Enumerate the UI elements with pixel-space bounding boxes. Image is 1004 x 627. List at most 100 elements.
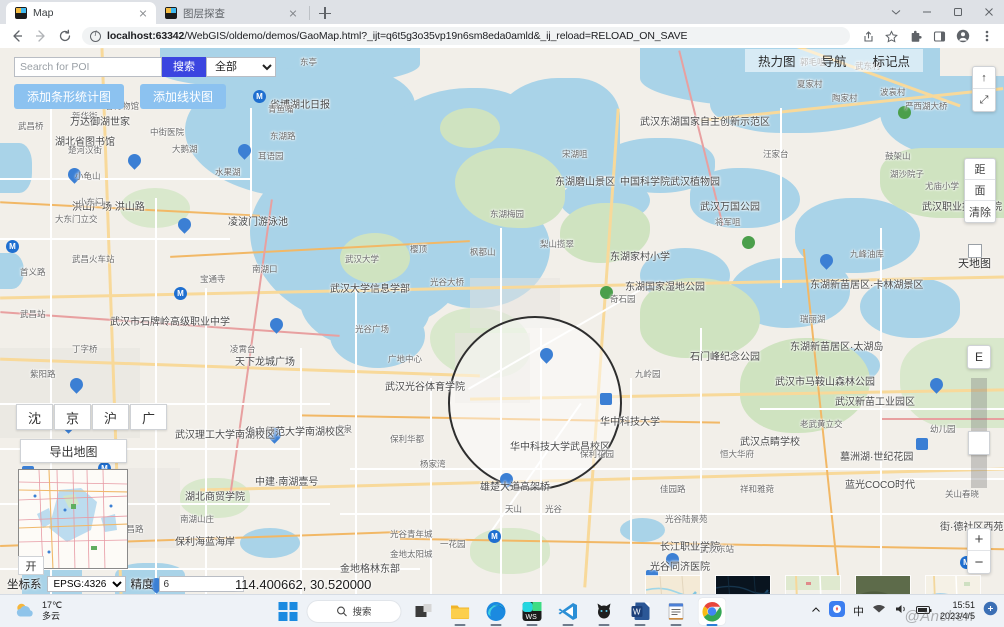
forward-button[interactable] [30,25,52,47]
crs-label: 坐标系 [7,579,42,591]
svg-text:WS: WS [526,614,538,621]
tab-heatmap[interactable]: 热力图 [745,49,809,72]
poi-marker[interactable] [916,438,928,450]
taskbar-app-task-view[interactable] [411,598,438,625]
map-label: 保利花园 [580,449,615,459]
map-viewport[interactable]: M M M M M M [0,48,1004,594]
tab-title: 图层探查 [183,7,225,20]
clock[interactable]: 15:51 2023/4/5 [940,600,975,622]
minimize-icon[interactable] [911,0,942,24]
search-button[interactable]: 搜索 [162,57,206,77]
city-button-shenyang[interactable]: 沈 [16,404,53,430]
zoom-out-button[interactable]: − [968,551,990,573]
clear-measure-button[interactable]: 清除 [965,201,995,222]
maximize-icon[interactable] [942,0,973,24]
taskbar-app-file-explorer[interactable] [447,598,474,626]
reload-button[interactable] [54,25,76,47]
tab-close-icon[interactable] [286,6,300,20]
taskbar-center-group: 搜索 WS W [278,597,726,626]
crs-select[interactable]: EPSG:4326 [46,576,126,592]
zoom-in-button[interactable]: + [968,529,990,551]
tray-app-icon[interactable] [828,600,845,622]
add-line-chart-button[interactable]: 添加线状图 [140,84,227,109]
menu-icon[interactable] [976,25,998,47]
map-label: 武汉市马鞍山森林公园 [775,377,875,388]
map-label: 丁字桥 [72,344,98,354]
url-host: localhost:63342 [107,30,185,42]
new-tab-button[interactable] [313,2,337,24]
taskbar-app-google-chrome[interactable] [698,597,726,626]
notification-center-icon[interactable] [983,601,998,621]
map-label: 光谷广场 [355,324,390,334]
zoom-slider[interactable] [968,378,990,488]
map-label: 南湖口 [252,264,278,274]
metro-marker[interactable]: M [488,530,501,543]
compass-button[interactable]: E [967,345,991,369]
ime-indicator[interactable]: 中 [853,603,864,619]
tab-close-icon[interactable] [136,6,150,20]
taskbar-app-webstorm[interactable]: WS [519,598,546,626]
precision-input[interactable] [158,576,244,592]
address-bar[interactable]: localhost:63342/WebGIS/oldemo/demos/GaoM… [82,27,850,45]
tab-navigation[interactable]: 导航 [808,49,859,72]
star-icon[interactable] [880,25,902,47]
taskbar-app-microsoft-word[interactable]: W [627,598,654,626]
browser-tab-map[interactable]: Map [6,2,156,24]
poi-category-select[interactable]: 全部 [206,57,276,77]
measure-distance-button[interactable]: 距 [965,159,995,180]
site-info-icon[interactable] [90,29,101,42]
city-button-guangzhou[interactable]: 广 [130,404,167,430]
windows-taskbar: 17℃ 多云 搜索 WS W 中 15:51 2023/4/5 [0,594,1004,627]
taskbar-app-notepad[interactable] [663,598,690,626]
taskbar-search[interactable]: 搜索 [306,599,402,623]
map-label: 武汉大学 [345,254,380,264]
url-text: localhost:63342/WebGIS/oldemo/demos/GaoM… [107,30,687,42]
zoom-slider-knob[interactable] [968,431,990,455]
tiandi-map-checkbox[interactable] [967,244,982,258]
tray-expand-icon[interactable] [811,602,821,620]
add-bar-chart-button[interactable]: 添加条形统计图 [14,84,125,109]
tray-volume-icon[interactable] [894,602,908,620]
clock-date: 2023/4/5 [939,611,975,621]
profile-icon[interactable] [952,25,974,47]
tab-marker[interactable]: 标记点 [859,49,923,72]
map-label: 长江职业学院 [660,542,720,553]
taskbar-app-vs-code[interactable] [555,598,582,626]
search-input[interactable] [14,57,162,77]
weather-widget[interactable]: 17℃ 多云 [0,600,62,622]
back-button[interactable] [6,25,28,47]
extensions-icon[interactable] [904,25,926,47]
export-map-button[interactable]: 导出地图 [20,439,127,463]
pan-up-button[interactable]: ↑ [973,67,995,89]
map-label: 大东门立交 [55,214,98,224]
map-label: 将军咀 [715,217,741,227]
overview-toggle-button[interactable]: 开 [18,556,44,575]
taskbar-app-microsoft-edge[interactable] [483,598,510,626]
tray-network-icon[interactable] [872,602,886,620]
taskbar-app-black-cat[interactable] [591,598,618,626]
map-label: 杨家湾 [420,459,446,469]
start-button[interactable] [278,601,298,621]
tray-battery-icon[interactable] [915,602,932,620]
browser-tab-layer-probe[interactable]: 图层探查 [156,2,306,24]
map-label: 楚河汉街 [68,145,103,155]
city-button-shanghai[interactable]: 沪 [92,404,129,430]
metro-marker[interactable]: M [6,240,19,253]
park-marker[interactable] [742,236,755,249]
tiandi-map-toggle[interactable]: 天地图 [958,244,991,270]
chevron-down-icon[interactable] [880,0,911,24]
city-button-beijing[interactable]: 京 [54,404,91,430]
metro-marker[interactable]: M [174,287,187,300]
overview-minimap[interactable] [18,469,128,569]
taskbar-search-label: 搜索 [352,607,372,618]
map-label: 小龟山 [75,171,101,181]
map-canvas[interactable]: M M M M M M [0,48,1004,594]
share-icon[interactable] [856,25,878,47]
fullscreen-button[interactable]: ⤢ [973,89,995,111]
measure-area-button[interactable]: 面 [965,180,995,201]
map-label: 武汉市石牌岭高级职业中学 [110,317,230,328]
poi-marker[interactable] [600,393,612,405]
map-label: 武汉新苗工业园区 [835,397,915,408]
close-icon[interactable] [973,0,1004,24]
side-panel-icon[interactable] [928,25,950,47]
